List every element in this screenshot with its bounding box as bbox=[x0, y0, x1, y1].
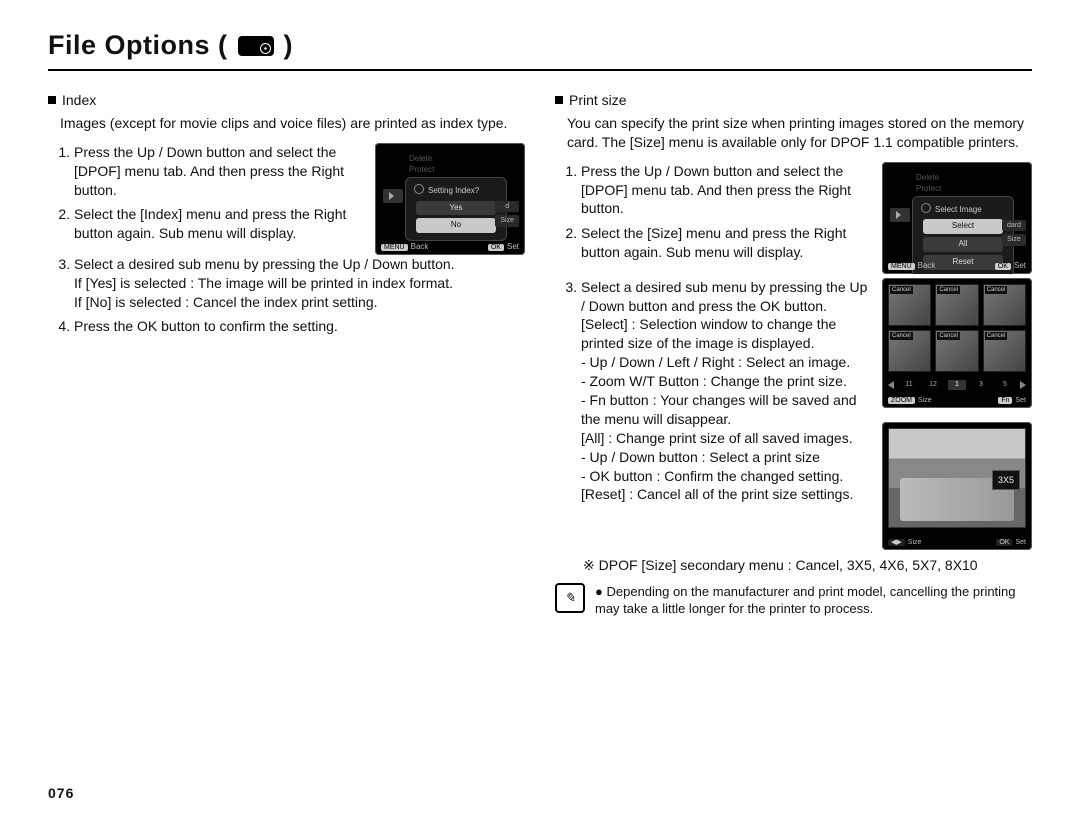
square-bullet-icon bbox=[555, 96, 563, 104]
dialog-title: Setting Index? bbox=[406, 184, 506, 201]
bottom-bar: ◀▶Size OKSet bbox=[888, 538, 1026, 547]
file-options-icon bbox=[238, 36, 274, 56]
thumb-cell[interactable]: Cancel bbox=[935, 330, 978, 372]
printsize-bottom-row: Select a desired sub menu by pressing th… bbox=[555, 278, 1032, 550]
title-icon-wrap bbox=[238, 36, 274, 56]
select-desc: [Select] : Selection window to change th… bbox=[581, 315, 870, 353]
right-column: Print size You can specify the print siz… bbox=[555, 89, 1032, 618]
manual-page: File Options ( ) Index Images (except fo… bbox=[0, 0, 1080, 815]
index-steps-with-screen: Press the Up / Down button and select th… bbox=[48, 143, 525, 255]
index-step-3: Select a desired sub menu by pressing th… bbox=[74, 255, 525, 312]
title-close-paren: ) bbox=[284, 30, 294, 61]
pager-left-icon[interactable] bbox=[888, 381, 894, 389]
bottom-bar: MENUBack OKSet bbox=[888, 261, 1026, 272]
camera-screen-index: Delete Protect Setting Index? Yes No d S… bbox=[375, 143, 525, 255]
printsize-top-row: Press the Up / Down button and select th… bbox=[555, 162, 1032, 274]
tab-size: Size bbox=[1002, 234, 1026, 245]
title-text: File Options ( bbox=[48, 30, 228, 61]
print-size-badge: 3X5 bbox=[992, 470, 1020, 490]
faded-menu: Delete Protect bbox=[409, 153, 434, 175]
printsize-step3-text: Select a desired sub menu by pressing th… bbox=[555, 278, 870, 511]
square-bullet-icon bbox=[48, 96, 56, 104]
playback-mode-icon bbox=[383, 189, 403, 203]
printsize-step-2: Select the [Size] menu and press the Rig… bbox=[581, 224, 870, 262]
thumb-cell[interactable]: Cancel bbox=[983, 284, 1026, 326]
index-step-4: Press the OK button to confirm the setti… bbox=[74, 317, 525, 336]
printsize-steps-list: Press the Up / Down button and select th… bbox=[581, 162, 870, 262]
printsize-steps-1-2: Press the Up / Down button and select th… bbox=[555, 162, 870, 268]
left-column: Index Images (except for movie clips and… bbox=[48, 89, 525, 618]
index-steps-list: Press the Up / Down button and select th… bbox=[74, 143, 363, 243]
right-screens-column: Cancel Cancel Cancel Cancel Cancel Cance… bbox=[882, 278, 1032, 550]
side-tabs: d Size bbox=[495, 198, 519, 227]
select-bullet-1: - Up / Down / Left / Right : Select an i… bbox=[581, 353, 870, 372]
side-tabs: dard Size bbox=[1002, 217, 1026, 246]
pager: 11 12 1 3 5 bbox=[888, 380, 1026, 389]
thumb-cell[interactable]: Cancel bbox=[935, 284, 978, 326]
thumb-cell[interactable]: Cancel bbox=[888, 330, 931, 372]
option-all[interactable]: All bbox=[923, 237, 1003, 252]
camera-screen-size-menu: Delete Protect Select Image Select All R… bbox=[882, 162, 1032, 274]
reset-desc: [Reset] : Cancel all of the print size s… bbox=[581, 485, 870, 504]
thumb-cell[interactable]: Cancel bbox=[983, 330, 1026, 372]
option-select[interactable]: Select bbox=[923, 219, 1003, 234]
index-step-2: Select the [Index] menu and press the Ri… bbox=[74, 205, 363, 243]
printsize-heading: Print size bbox=[555, 91, 1032, 110]
option-yes[interactable]: Yes bbox=[416, 201, 496, 216]
camera-screen-thumbnails: Cancel Cancel Cancel Cancel Cancel Cance… bbox=[882, 278, 1032, 408]
page-title: File Options ( ) bbox=[48, 30, 1032, 71]
bottom-bar: ZOOMSize FnSet bbox=[888, 396, 1026, 405]
page-number: 076 bbox=[48, 785, 74, 801]
all-bullet-1: - Up / Down button : Select a print size bbox=[581, 448, 870, 467]
all-bullet-2: - OK button : Confirm the changed settin… bbox=[581, 467, 870, 486]
index-steps-1-2: Press the Up / Down button and select th… bbox=[48, 143, 363, 249]
ok-set-button[interactable]: OK bbox=[995, 263, 1011, 270]
thumb-cell[interactable]: Cancel bbox=[888, 284, 931, 326]
tab-size: Size bbox=[495, 215, 519, 226]
index-step3-no: If [No] is selected : Cancel the index p… bbox=[74, 293, 525, 312]
select-bullet-3: - Fn button : Your changes will be saved… bbox=[581, 391, 870, 429]
select-bullet-2: - Zoom W/T Button : Change the print siz… bbox=[581, 372, 870, 391]
two-column-layout: Index Images (except for movie clips and… bbox=[48, 89, 1032, 618]
note-icon: ✎ bbox=[555, 583, 585, 613]
index-step3-yes: If [Yes] is selected : The image will be… bbox=[74, 274, 525, 293]
playback-mode-icon bbox=[890, 208, 910, 222]
all-desc: [All] : Change print size of all saved i… bbox=[581, 429, 870, 448]
option-no[interactable]: No bbox=[416, 218, 496, 233]
printsize-step-1: Press the Up / Down button and select th… bbox=[581, 162, 870, 219]
index-heading: Index bbox=[48, 91, 525, 110]
tab-standard: d bbox=[495, 201, 519, 212]
index-intro: Images (except for movie clips and voice… bbox=[60, 114, 525, 133]
faded-menu: Delete Protect bbox=[916, 172, 941, 194]
note-row: ✎ ● Depending on the manufacturer and pr… bbox=[555, 583, 1032, 618]
bottom-bar: MENUBack OKSet bbox=[381, 242, 519, 253]
zoom-size-button[interactable]: ZOOM bbox=[888, 397, 915, 404]
index-steps-3-4: Select a desired sub menu by pressing th… bbox=[74, 255, 525, 337]
size-nav-button[interactable]: ◀▶ bbox=[888, 539, 905, 546]
printsize-step-3: Select a desired sub menu by pressing th… bbox=[581, 278, 870, 505]
fn-set-button[interactable]: Fn bbox=[998, 397, 1012, 404]
secondary-menu-line: ※ DPOF [Size] secondary menu : Cancel, 3… bbox=[583, 556, 1032, 575]
tab-standard: dard bbox=[1002, 220, 1026, 231]
menu-back-button[interactable]: MENU bbox=[381, 244, 408, 251]
note-text: ● Depending on the manufacturer and prin… bbox=[595, 583, 1032, 618]
menu-back-button[interactable]: MENU bbox=[888, 263, 915, 270]
printsize-intro: You can specify the print size when prin… bbox=[567, 114, 1032, 152]
dialog-panel: Setting Index? Yes No bbox=[405, 177, 507, 241]
ok-set-button[interactable]: OK bbox=[996, 539, 1012, 546]
ok-set-button[interactable]: OK bbox=[488, 244, 504, 251]
thumb-grid: Cancel Cancel Cancel Cancel Cancel Cance… bbox=[888, 284, 1026, 372]
camera-screen-photo-preview: 3X5 ◀▶Size OKSet bbox=[882, 422, 1032, 550]
pager-right-icon[interactable] bbox=[1020, 381, 1026, 389]
index-step-1: Press the Up / Down button and select th… bbox=[74, 143, 363, 200]
dialog-title: Select Image bbox=[913, 203, 1013, 220]
printsize-step3-list: Select a desired sub menu by pressing th… bbox=[581, 278, 870, 505]
